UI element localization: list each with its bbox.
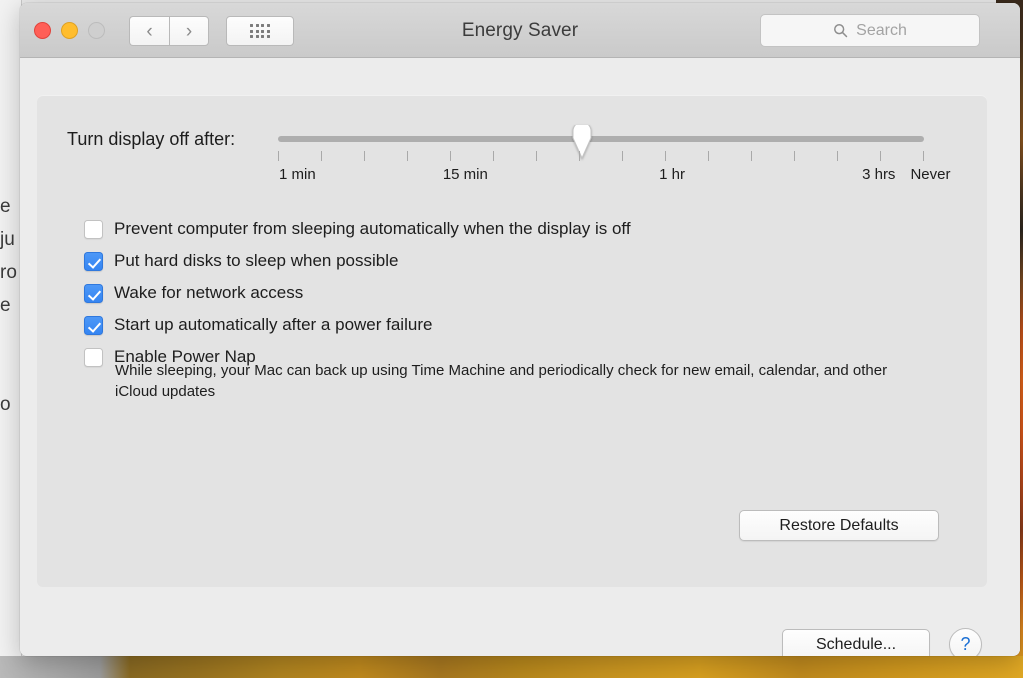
slider-tick bbox=[622, 151, 623, 161]
checkbox-prevent-sleep[interactable] bbox=[84, 220, 103, 239]
background-text-fragment: o bbox=[0, 394, 11, 415]
slider-tick-label: 3 hrs bbox=[862, 166, 896, 183]
slider-tick bbox=[407, 151, 408, 161]
background-text-gap bbox=[0, 322, 22, 388]
option-label-hard-disk-sleep: Put hard disks to sleep when possible bbox=[114, 251, 399, 270]
slider-tick bbox=[880, 151, 881, 161]
checkbox-wake-network[interactable] bbox=[84, 284, 103, 303]
slider-tick bbox=[493, 151, 494, 161]
option-label-restart-power-failure: Start up automatically after a power fai… bbox=[114, 315, 433, 334]
energy-options-list: Prevent computer from sleeping automatic… bbox=[84, 218, 964, 378]
background-window[interactable]: e ju ro e o bbox=[0, 0, 22, 656]
slider-tick-label: 15 min bbox=[442, 166, 488, 183]
option-label-prevent-sleep: Prevent computer from sleeping automatic… bbox=[114, 219, 631, 238]
checkbox-power-nap[interactable] bbox=[84, 348, 103, 367]
background-window-text: e ju ro e o bbox=[0, 190, 22, 421]
search-icon bbox=[834, 24, 848, 38]
window-content: Turn display off after: 1 min 15 min 1 hr 3… bbox=[20, 58, 1020, 656]
slider-tick bbox=[321, 151, 322, 161]
background-text-fragment: ju bbox=[0, 229, 15, 250]
slider-tick bbox=[364, 151, 365, 161]
slider-tick bbox=[794, 151, 795, 161]
slider-tick bbox=[579, 151, 580, 161]
option-label-wake-network: Wake for network access bbox=[114, 283, 304, 302]
background-text-fragment: e bbox=[0, 295, 11, 316]
background-text-fragment: ro bbox=[0, 262, 17, 283]
slider-tick bbox=[278, 151, 279, 161]
energy-saver-window: ‹ › Energy Saver Search Turn display off… bbox=[20, 3, 1020, 656]
checkbox-restart-power-failure[interactable] bbox=[84, 316, 103, 335]
slider-tick-label: 1 hr bbox=[659, 166, 685, 183]
option-row-restart-power-failure[interactable]: Start up automatically after a power fai… bbox=[84, 314, 964, 335]
slider-tick bbox=[751, 151, 752, 161]
slider-tick bbox=[708, 151, 709, 161]
checkbox-hard-disk-sleep[interactable] bbox=[84, 252, 103, 271]
slider-tick bbox=[450, 151, 451, 161]
window-titlebar[interactable]: ‹ › Energy Saver Search bbox=[20, 3, 1020, 58]
slider-tick-label: 1 min bbox=[279, 166, 316, 183]
option-row-wake-network[interactable]: Wake for network access bbox=[84, 282, 964, 303]
question-mark-icon: ? bbox=[960, 634, 971, 654]
slider-tick-label: Never bbox=[910, 166, 951, 183]
slider-tick bbox=[536, 151, 537, 161]
energy-settings-panel: Turn display off after: 1 min 15 min 1 hr 3… bbox=[37, 95, 987, 587]
slider-tick bbox=[665, 151, 666, 161]
slider-label: Turn display off after: bbox=[67, 129, 236, 149]
slider-tick-labels: 1 min 15 min 1 hr 3 hrs Never bbox=[278, 166, 950, 186]
slider-track[interactable] bbox=[278, 136, 924, 142]
background-text-fragment: e bbox=[0, 196, 11, 217]
schedule-button[interactable]: Schedule... bbox=[782, 629, 930, 656]
slider-ticks bbox=[278, 151, 924, 162]
help-button[interactable]: ? bbox=[949, 628, 982, 656]
slider-tick bbox=[923, 151, 924, 161]
desktop-wallpaper-bottom bbox=[0, 656, 1023, 678]
search-input[interactable]: Search bbox=[760, 14, 980, 47]
restore-defaults-button[interactable]: Restore Defaults bbox=[739, 510, 939, 541]
search-placeholder: Search bbox=[856, 21, 907, 39]
slider-tick bbox=[837, 151, 838, 161]
option-row-prevent-sleep[interactable]: Prevent computer from sleeping automatic… bbox=[84, 218, 964, 239]
power-nap-description: While sleeping, your Mac can back up usi… bbox=[115, 362, 888, 400]
option-row-hard-disk-sleep[interactable]: Put hard disks to sleep when possible bbox=[84, 250, 964, 271]
